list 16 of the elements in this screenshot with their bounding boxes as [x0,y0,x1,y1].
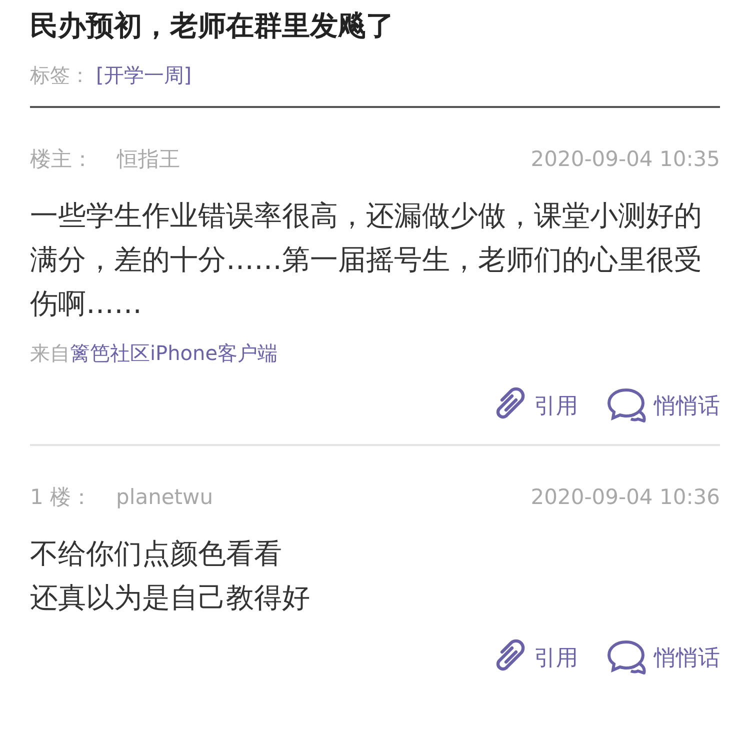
tag-link[interactable]: [开学一周] [96,60,192,90]
post-text: 还真以为是自己教得好 [30,580,311,616]
quote-button[interactable]: 引用 [490,386,578,426]
floor-label: 楼主： [30,146,93,173]
whisper-button[interactable]: 悄悄话 [606,386,720,426]
post-text: 不给你们点颜色看看 [30,536,283,572]
tags-label: 标签： [30,62,90,89]
post-time: 2020-09-04 10:36 [530,484,720,511]
thread-title: 民办预初，老师在群里发飚了 [30,8,395,44]
post-text: 一些学生作业错误率很高，还漏做少做，课堂小测好的满分，差的十分……第一届摇号生，老师们的心里很受伤啊…… [30,198,703,322]
post-time: 2020-09-04 10:35 [530,146,720,173]
whisper-button[interactable]: 悄悄话 [606,638,720,678]
client-link[interactable]: 篱笆社区iPhone客户端 [70,338,278,368]
floor-label: 1 楼： [30,484,92,511]
quote-button[interactable]: 引用 [490,638,578,678]
source-prefix: 来自 [30,340,70,367]
